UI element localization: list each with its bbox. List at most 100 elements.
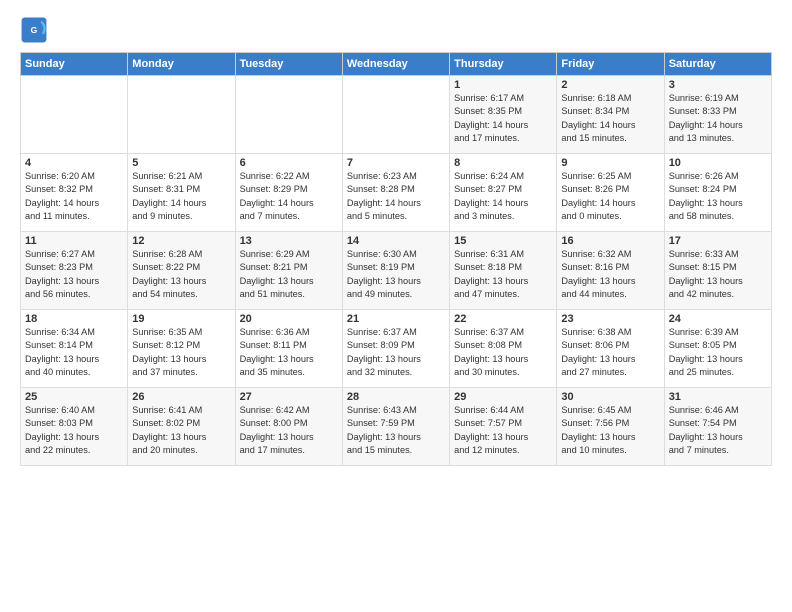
day-info: Sunrise: 6:20 AM Sunset: 8:32 PM Dayligh… <box>25 170 123 223</box>
day-cell: 6Sunrise: 6:22 AM Sunset: 8:29 PM Daylig… <box>235 154 342 232</box>
day-number: 6 <box>240 157 338 169</box>
day-info: Sunrise: 6:31 AM Sunset: 8:18 PM Dayligh… <box>454 248 552 301</box>
day-number: 12 <box>132 235 230 247</box>
day-cell: 5Sunrise: 6:21 AM Sunset: 8:31 PM Daylig… <box>128 154 235 232</box>
day-number: 5 <box>132 157 230 169</box>
day-info: Sunrise: 6:43 AM Sunset: 7:59 PM Dayligh… <box>347 404 445 457</box>
week-row: 11Sunrise: 6:27 AM Sunset: 8:23 PM Dayli… <box>21 232 772 310</box>
day-number: 11 <box>25 235 123 247</box>
header-day: Friday <box>557 53 664 76</box>
day-number: 2 <box>561 79 659 91</box>
header: G <box>20 16 772 44</box>
day-info: Sunrise: 6:34 AM Sunset: 8:14 PM Dayligh… <box>25 326 123 379</box>
day-cell: 26Sunrise: 6:41 AM Sunset: 8:02 PM Dayli… <box>128 388 235 466</box>
day-number: 26 <box>132 391 230 403</box>
day-info: Sunrise: 6:41 AM Sunset: 8:02 PM Dayligh… <box>132 404 230 457</box>
day-cell: 13Sunrise: 6:29 AM Sunset: 8:21 PM Dayli… <box>235 232 342 310</box>
day-number: 27 <box>240 391 338 403</box>
day-number: 10 <box>669 157 767 169</box>
day-info: Sunrise: 6:32 AM Sunset: 8:16 PM Dayligh… <box>561 248 659 301</box>
day-info: Sunrise: 6:36 AM Sunset: 8:11 PM Dayligh… <box>240 326 338 379</box>
day-info: Sunrise: 6:25 AM Sunset: 8:26 PM Dayligh… <box>561 170 659 223</box>
logo: G <box>20 16 52 44</box>
day-number: 16 <box>561 235 659 247</box>
day-number: 20 <box>240 313 338 325</box>
day-number: 30 <box>561 391 659 403</box>
day-cell: 31Sunrise: 6:46 AM Sunset: 7:54 PM Dayli… <box>664 388 771 466</box>
header-day: Thursday <box>450 53 557 76</box>
day-cell: 25Sunrise: 6:40 AM Sunset: 8:03 PM Dayli… <box>21 388 128 466</box>
day-number: 4 <box>25 157 123 169</box>
day-number: 25 <box>25 391 123 403</box>
day-info: Sunrise: 6:24 AM Sunset: 8:27 PM Dayligh… <box>454 170 552 223</box>
day-cell: 9Sunrise: 6:25 AM Sunset: 8:26 PM Daylig… <box>557 154 664 232</box>
day-info: Sunrise: 6:39 AM Sunset: 8:05 PM Dayligh… <box>669 326 767 379</box>
day-info: Sunrise: 6:35 AM Sunset: 8:12 PM Dayligh… <box>132 326 230 379</box>
day-info: Sunrise: 6:37 AM Sunset: 8:09 PM Dayligh… <box>347 326 445 379</box>
header-day: Saturday <box>664 53 771 76</box>
day-cell <box>21 76 128 154</box>
day-cell: 21Sunrise: 6:37 AM Sunset: 8:09 PM Dayli… <box>342 310 449 388</box>
day-cell: 30Sunrise: 6:45 AM Sunset: 7:56 PM Dayli… <box>557 388 664 466</box>
header-row: SundayMondayTuesdayWednesdayThursdayFrid… <box>21 53 772 76</box>
day-info: Sunrise: 6:46 AM Sunset: 7:54 PM Dayligh… <box>669 404 767 457</box>
day-cell: 7Sunrise: 6:23 AM Sunset: 8:28 PM Daylig… <box>342 154 449 232</box>
day-cell: 8Sunrise: 6:24 AM Sunset: 8:27 PM Daylig… <box>450 154 557 232</box>
day-number: 22 <box>454 313 552 325</box>
day-number: 14 <box>347 235 445 247</box>
day-number: 13 <box>240 235 338 247</box>
week-row: 1Sunrise: 6:17 AM Sunset: 8:35 PM Daylig… <box>21 76 772 154</box>
day-info: Sunrise: 6:28 AM Sunset: 8:22 PM Dayligh… <box>132 248 230 301</box>
day-cell: 12Sunrise: 6:28 AM Sunset: 8:22 PM Dayli… <box>128 232 235 310</box>
day-number: 31 <box>669 391 767 403</box>
day-info: Sunrise: 6:19 AM Sunset: 8:33 PM Dayligh… <box>669 92 767 145</box>
calendar-page: G SundayMondayTuesdayWednesdayThursdayFr… <box>0 0 792 612</box>
day-number: 1 <box>454 79 552 91</box>
day-number: 3 <box>669 79 767 91</box>
day-info: Sunrise: 6:45 AM Sunset: 7:56 PM Dayligh… <box>561 404 659 457</box>
day-cell <box>128 76 235 154</box>
day-cell <box>235 76 342 154</box>
week-row: 4Sunrise: 6:20 AM Sunset: 8:32 PM Daylig… <box>21 154 772 232</box>
day-cell: 23Sunrise: 6:38 AM Sunset: 8:06 PM Dayli… <box>557 310 664 388</box>
day-info: Sunrise: 6:30 AM Sunset: 8:19 PM Dayligh… <box>347 248 445 301</box>
day-cell: 18Sunrise: 6:34 AM Sunset: 8:14 PM Dayli… <box>21 310 128 388</box>
day-info: Sunrise: 6:37 AM Sunset: 8:08 PM Dayligh… <box>454 326 552 379</box>
day-info: Sunrise: 6:44 AM Sunset: 7:57 PM Dayligh… <box>454 404 552 457</box>
day-cell: 11Sunrise: 6:27 AM Sunset: 8:23 PM Dayli… <box>21 232 128 310</box>
day-number: 24 <box>669 313 767 325</box>
day-info: Sunrise: 6:17 AM Sunset: 8:35 PM Dayligh… <box>454 92 552 145</box>
day-info: Sunrise: 6:23 AM Sunset: 8:28 PM Dayligh… <box>347 170 445 223</box>
header-day: Tuesday <box>235 53 342 76</box>
week-row: 25Sunrise: 6:40 AM Sunset: 8:03 PM Dayli… <box>21 388 772 466</box>
header-day: Sunday <box>21 53 128 76</box>
day-info: Sunrise: 6:26 AM Sunset: 8:24 PM Dayligh… <box>669 170 767 223</box>
day-number: 18 <box>25 313 123 325</box>
logo-icon: G <box>20 16 48 44</box>
day-cell <box>342 76 449 154</box>
day-number: 23 <box>561 313 659 325</box>
day-number: 19 <box>132 313 230 325</box>
day-info: Sunrise: 6:42 AM Sunset: 8:00 PM Dayligh… <box>240 404 338 457</box>
day-info: Sunrise: 6:33 AM Sunset: 8:15 PM Dayligh… <box>669 248 767 301</box>
week-row: 18Sunrise: 6:34 AM Sunset: 8:14 PM Dayli… <box>21 310 772 388</box>
day-cell: 4Sunrise: 6:20 AM Sunset: 8:32 PM Daylig… <box>21 154 128 232</box>
day-cell: 16Sunrise: 6:32 AM Sunset: 8:16 PM Dayli… <box>557 232 664 310</box>
calendar-table: SundayMondayTuesdayWednesdayThursdayFrid… <box>20 52 772 466</box>
day-info: Sunrise: 6:21 AM Sunset: 8:31 PM Dayligh… <box>132 170 230 223</box>
day-number: 17 <box>669 235 767 247</box>
day-number: 8 <box>454 157 552 169</box>
day-cell: 1Sunrise: 6:17 AM Sunset: 8:35 PM Daylig… <box>450 76 557 154</box>
day-info: Sunrise: 6:27 AM Sunset: 8:23 PM Dayligh… <box>25 248 123 301</box>
header-day: Wednesday <box>342 53 449 76</box>
day-number: 28 <box>347 391 445 403</box>
day-cell: 19Sunrise: 6:35 AM Sunset: 8:12 PM Dayli… <box>128 310 235 388</box>
day-number: 21 <box>347 313 445 325</box>
header-day: Monday <box>128 53 235 76</box>
day-cell: 27Sunrise: 6:42 AM Sunset: 8:00 PM Dayli… <box>235 388 342 466</box>
day-info: Sunrise: 6:29 AM Sunset: 8:21 PM Dayligh… <box>240 248 338 301</box>
day-cell: 10Sunrise: 6:26 AM Sunset: 8:24 PM Dayli… <box>664 154 771 232</box>
day-cell: 20Sunrise: 6:36 AM Sunset: 8:11 PM Dayli… <box>235 310 342 388</box>
day-info: Sunrise: 6:40 AM Sunset: 8:03 PM Dayligh… <box>25 404 123 457</box>
day-cell: 22Sunrise: 6:37 AM Sunset: 8:08 PM Dayli… <box>450 310 557 388</box>
